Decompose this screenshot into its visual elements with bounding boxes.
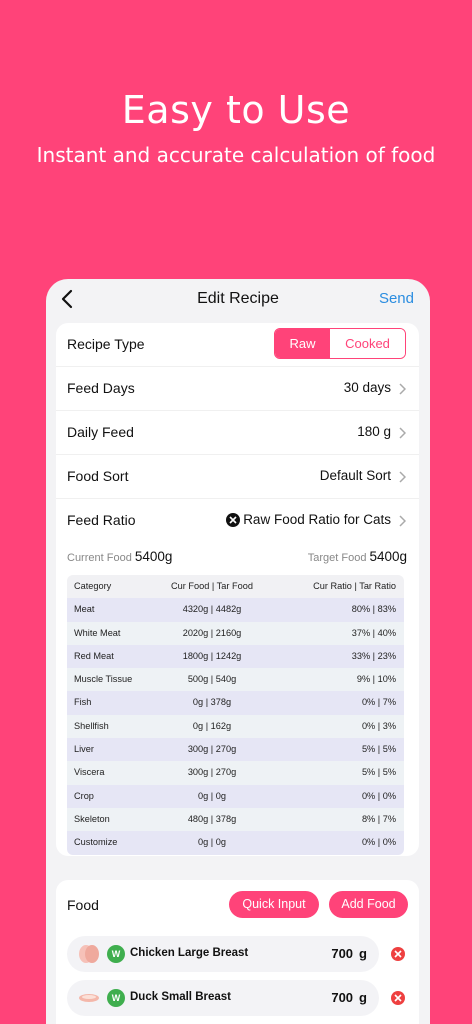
cell-ratio: 0% | 0% bbox=[361, 790, 396, 801]
feed-ratio-value: Raw Food Ratio for Cats bbox=[243, 512, 391, 527]
daily-feed-label: Daily Feed bbox=[67, 424, 134, 440]
cell-category: Shellfish bbox=[74, 720, 109, 731]
food-item-amount[interactable]: 700 g bbox=[331, 990, 367, 1005]
cell-ratio: 0% | 3% bbox=[361, 720, 396, 731]
cell-category: Fish bbox=[74, 697, 92, 708]
cell-food: 300g | 270g bbox=[187, 767, 237, 778]
nav-bar: Edit Recipe Send bbox=[46, 279, 430, 321]
food-label: Food bbox=[67, 897, 99, 913]
send-button[interactable]: Send bbox=[379, 290, 414, 307]
table-row: Crop 0g | 0g 0% | 0% bbox=[67, 784, 404, 808]
target-food-value: 5400g bbox=[369, 549, 407, 564]
table-row: Skeleton 480g | 378g 8% | 7% bbox=[67, 807, 404, 832]
chevron-right-icon bbox=[399, 471, 406, 483]
category-badge: W bbox=[107, 989, 125, 1007]
recipe-type-row: Recipe Type Raw Cooked bbox=[56, 323, 419, 367]
feed-days-value: 30 days bbox=[343, 380, 391, 395]
delete-icon[interactable] bbox=[391, 991, 405, 1005]
raw-option[interactable]: Raw bbox=[275, 329, 330, 358]
table-row: Customize 0g | 0g 0% | 0% bbox=[67, 831, 404, 855]
cell-food: 2020g | 2160g bbox=[182, 627, 242, 638]
table-row: Shellfish 0g | 162g 0% | 3% bbox=[67, 714, 404, 739]
recipe-type-label: Recipe Type bbox=[67, 336, 145, 352]
food-item-name: Chicken Large Breast bbox=[130, 947, 249, 959]
food-item[interactable]: W Chicken Large Breast 700 g bbox=[67, 936, 379, 972]
category-badge: W bbox=[107, 945, 125, 963]
chicken-breast-icon bbox=[79, 945, 99, 963]
food-card: Food Quick Input Add Food W Chicken Larg… bbox=[56, 880, 419, 1024]
header-food: Cur Food | Tar Food bbox=[171, 581, 253, 591]
food-item-name: Duck Small Breast bbox=[130, 991, 231, 1003]
cell-category: Red Meat bbox=[74, 650, 114, 661]
cell-food: 500g | 540g bbox=[187, 674, 237, 685]
add-food-button[interactable]: Add Food bbox=[329, 891, 408, 918]
feed-ratio-label: Feed Ratio bbox=[67, 512, 136, 528]
quick-input-button[interactable]: Quick Input bbox=[229, 891, 319, 918]
cell-category: Meat bbox=[74, 604, 95, 615]
food-sort-label: Food Sort bbox=[67, 468, 129, 484]
table-row: Red Meat 1800g | 1242g 33% | 23% bbox=[67, 644, 404, 669]
cell-food: 1800g | 1242g bbox=[182, 650, 242, 661]
daily-feed-value: 180 g bbox=[357, 424, 391, 439]
cooked-option[interactable]: Cooked bbox=[330, 329, 405, 358]
page-title: Edit Recipe bbox=[197, 290, 279, 307]
daily-feed-row[interactable]: Daily Feed 180 g bbox=[56, 411, 419, 455]
cell-ratio: 37% | 40% bbox=[351, 627, 396, 638]
cell-category: Skeleton bbox=[74, 813, 110, 824]
table-row: Muscle Tissue 500g | 540g 9% | 10% bbox=[67, 668, 404, 692]
food-sort-value: Default Sort bbox=[319, 468, 391, 483]
cell-ratio: 5% | 5% bbox=[361, 744, 396, 755]
hero-title: Easy to Use bbox=[121, 88, 351, 132]
cell-ratio: 0% | 0% bbox=[361, 837, 396, 848]
target-food: Target Food 5400g bbox=[307, 549, 407, 564]
cell-category: Crop bbox=[74, 790, 94, 801]
table-row: Meat 4320g | 4482g 80% | 83% bbox=[67, 598, 404, 622]
cell-food: 300g | 270g bbox=[187, 744, 237, 755]
table-row: Viscera 300g | 270g 5% | 5% bbox=[67, 761, 404, 785]
food-item[interactable]: W Duck Small Breast 700 g bbox=[67, 980, 379, 1016]
cell-food: 480g | 378g bbox=[187, 813, 237, 824]
food-item-amount[interactable]: 700 g bbox=[331, 946, 367, 961]
cell-ratio: 80% | 83% bbox=[351, 604, 396, 615]
current-food-value: 5400g bbox=[134, 549, 173, 564]
cell-food: 0g | 0g bbox=[198, 790, 226, 801]
header-category: Category bbox=[74, 581, 112, 591]
cell-food: 0g | 0g bbox=[198, 837, 226, 848]
header-ratio: Cur Ratio | Tar Ratio bbox=[313, 581, 396, 591]
current-food: Current Food 5400g bbox=[67, 549, 173, 564]
recipe-type-toggle: Raw Cooked bbox=[274, 328, 406, 359]
hero-subtitle: Instant and accurate calculation of food bbox=[36, 143, 436, 167]
chevron-right-icon bbox=[399, 383, 406, 395]
feed-ratio-row[interactable]: Feed Ratio Raw Food Ratio for Cats bbox=[56, 499, 419, 543]
cell-category: Liver bbox=[74, 744, 94, 755]
cell-food: 4320g | 4482g bbox=[182, 604, 242, 615]
food-totals: Current Food 5400g Target Food 5400g bbox=[67, 547, 407, 567]
chevron-right-icon bbox=[399, 515, 406, 527]
table-row: Liver 300g | 270g 5% | 5% bbox=[67, 738, 404, 762]
duck-breast-icon bbox=[79, 994, 99, 1002]
cell-ratio: 33% | 23% bbox=[351, 650, 396, 661]
feed-days-label: Feed Days bbox=[67, 380, 135, 396]
cell-category: Customize bbox=[74, 837, 118, 848]
feed-days-row[interactable]: Feed Days 30 days bbox=[56, 367, 419, 411]
table-row: White Meat 2020g | 2160g 37% | 40% bbox=[67, 621, 404, 645]
table-header: Category Cur Food | Tar Food Cur Ratio |… bbox=[67, 575, 404, 599]
cell-ratio: 0% | 7% bbox=[361, 697, 396, 708]
cell-food: 0g | 162g bbox=[192, 720, 232, 731]
table-row: Fish 0g | 378g 0% | 7% bbox=[67, 691, 404, 715]
cell-food: 0g | 378g bbox=[192, 697, 232, 708]
cell-category: White Meat bbox=[74, 627, 121, 638]
cell-category: Viscera bbox=[74, 767, 105, 778]
food-sort-row[interactable]: Food Sort Default Sort bbox=[56, 455, 419, 499]
cell-ratio: 8% | 7% bbox=[361, 813, 396, 824]
chevron-right-icon bbox=[399, 427, 406, 439]
phone-screen: Edit Recipe Send Recipe Type Raw Cooked … bbox=[46, 279, 430, 1024]
cell-ratio: 5% | 5% bbox=[361, 767, 396, 778]
cell-category: Muscle Tissue bbox=[74, 674, 133, 685]
recipe-settings-card: Recipe Type Raw Cooked Feed Days 30 days… bbox=[56, 323, 419, 856]
clear-icon[interactable] bbox=[226, 513, 240, 527]
delete-icon[interactable] bbox=[391, 947, 405, 961]
cell-ratio: 9% | 10% bbox=[356, 674, 396, 685]
ratio-table: Category Cur Food | Tar Food Cur Ratio |… bbox=[67, 575, 404, 855]
